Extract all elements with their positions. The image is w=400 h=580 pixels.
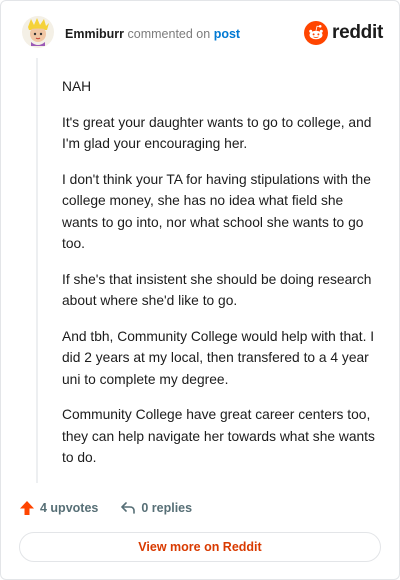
commented-on-text: commented on: [127, 27, 211, 41]
comment-paragraph: If she's that insistent she should be do…: [62, 271, 372, 309]
comment-meta: Emmiburr commented on post: [65, 27, 240, 41]
reddit-snoo-icon: [304, 21, 329, 45]
comment-paragraph: Community College have great career cent…: [62, 407, 375, 465]
reply-arrow-icon: [121, 502, 136, 514]
comment-body: NAH It's great your daughter wants to go…: [62, 76, 377, 483]
reddit-brand-link[interactable]: reddit: [304, 21, 383, 45]
comment-paragraph: NAH: [62, 79, 92, 94]
post-link[interactable]: post: [214, 27, 240, 41]
upvote-arrow-icon: [20, 501, 34, 515]
replies-button[interactable]: 0 replies: [120, 500, 192, 516]
upvote-button[interactable]: 4 upvotes: [19, 500, 98, 516]
comment-paragraph: And tbh, Community College would help wi…: [62, 328, 375, 387]
comment-paragraph: It's great your daughter wants to go to …: [62, 114, 372, 152]
comment-actions: 4 upvotes 0 replies: [19, 498, 214, 518]
cartoon-avatar-icon[interactable]: [21, 15, 55, 49]
thread-line: [36, 58, 38, 483]
view-more-button[interactable]: View more on Reddit: [19, 532, 381, 562]
comment-paragraph: I don't think your TA for having stipula…: [62, 171, 371, 252]
comment-header: Emmiburr commented on post reddit: [21, 15, 383, 53]
username-link[interactable]: Emmiburr: [65, 27, 124, 41]
reply-count: 0 replies: [141, 501, 193, 515]
upvote-count: 4 upvotes: [40, 501, 99, 515]
reddit-wordmark: reddit: [332, 22, 383, 43]
comment-embed-card: Emmiburr commented on post reddit NAH It…: [0, 0, 400, 580]
